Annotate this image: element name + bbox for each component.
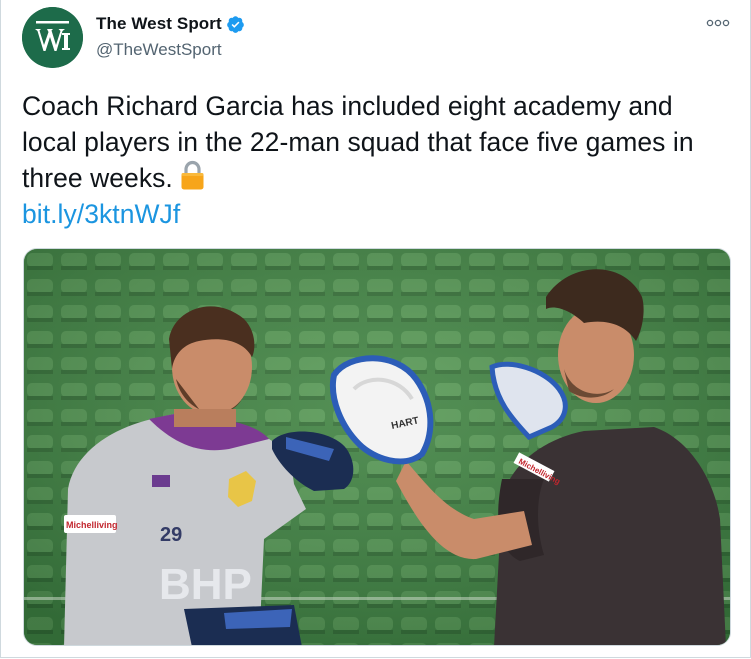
avatar[interactable] xyxy=(22,7,83,68)
more-dots-icon xyxy=(706,19,730,27)
lock-icon xyxy=(179,160,206,191)
svg-text:Michelliving: Michelliving xyxy=(66,520,118,530)
tweet-photo[interactable]: 29 BHP Michelliving Michelliving HART xyxy=(23,248,731,646)
tweet-link[interactable]: bit.ly/3ktnWJf xyxy=(22,199,180,229)
training-photo-image: 29 BHP Michelliving Michelliving HART xyxy=(24,249,730,645)
svg-text:29: 29 xyxy=(160,524,182,546)
tweet-card[interactable]: The West Sport @TheWestSport Coach Richa… xyxy=(0,0,751,658)
account-handle[interactable]: @TheWestSport xyxy=(96,40,245,60)
verified-badge-icon xyxy=(226,15,245,34)
display-name[interactable]: The West Sport xyxy=(96,14,222,34)
account-names: The West Sport @TheWestSport xyxy=(96,14,245,60)
tweet-text: Coach Richard Garcia has included eight … xyxy=(22,88,732,232)
tweet-text-content: Coach Richard Garcia has included eight … xyxy=(22,91,694,193)
svg-text:BHP: BHP xyxy=(159,560,252,609)
tweet-header: The West Sport @TheWestSport xyxy=(22,6,732,70)
more-options-button[interactable] xyxy=(704,12,732,34)
